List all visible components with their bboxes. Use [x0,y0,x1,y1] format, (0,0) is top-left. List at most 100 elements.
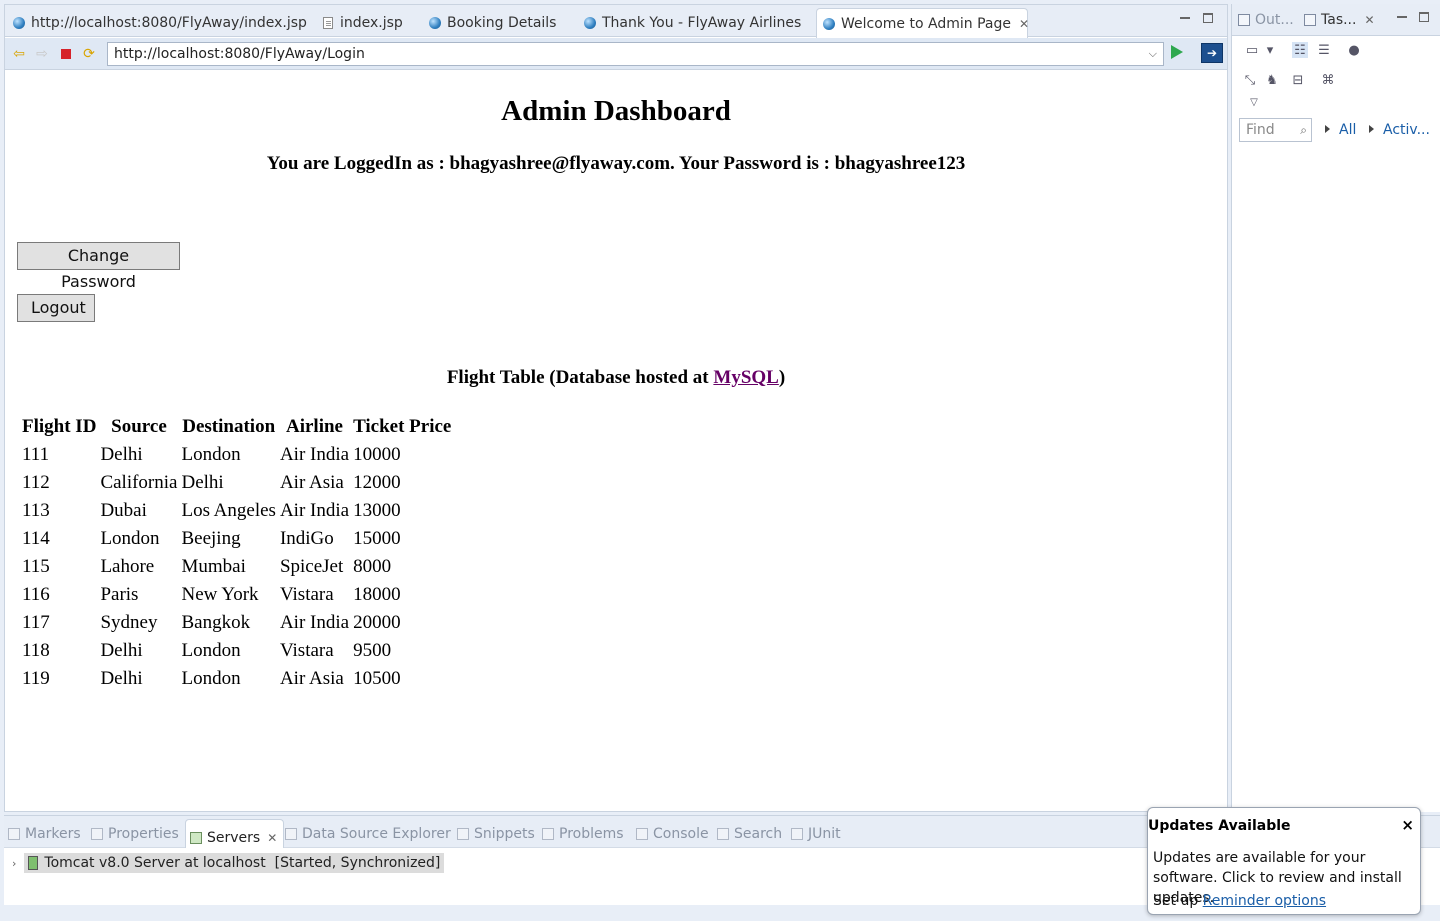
close-icon[interactable]: × [1401,816,1414,834]
tree-item-tomcat-server[interactable]: › Tomcat v8.0 Server at localhost [Start… [12,852,445,874]
tab-junit[interactable]: JUnit [791,826,841,842]
link-icon[interactable]: ⌘ [1320,72,1336,88]
tab-task-list[interactable]: Tas... ✕ [1304,12,1375,28]
tab-thank-you[interactable]: Thank You - FlyAway Airlines [578,9,801,37]
search-icon: ⌕ [1300,123,1307,137]
table-row: 117 Sydney Bangkok Air India 20000 [21,610,452,636]
back-icon[interactable]: ⇦ [11,46,27,62]
cell-flight-id: 119 [22,668,50,689]
outline-icon [1238,14,1250,26]
cell-ticket-price: 15000 [353,528,401,549]
tab-label: JUnit [808,826,841,842]
caret-right-icon [1369,125,1374,133]
maximize-icon[interactable] [1203,13,1213,23]
minimize-icon[interactable] [1397,12,1407,18]
tab-problems[interactable]: Problems [542,826,624,842]
tab-label: Problems [559,826,624,842]
tab-label: Search [734,826,783,842]
cell-airline: Air Asia [279,472,344,493]
filter-active-link[interactable]: Activ... [1383,122,1430,138]
cell-destination: London [181,640,241,661]
change-password-button[interactable]: Change Password [17,242,180,291]
updates-notification[interactable]: Updates Available × Updates are availabl… [1147,807,1421,915]
cell-ticket-price: 20000 [353,612,401,633]
globe-icon [13,17,25,29]
find-input[interactable]: Find ⌕ [1239,118,1312,142]
schedule-icon[interactable]: ☰ [1316,42,1332,58]
cell-airline: Vistara [279,640,334,661]
tab-index-jsp[interactable]: index.jsp [317,9,403,37]
cell-source: London [100,528,160,549]
tab-outline[interactable]: Out... [1238,12,1294,28]
header-airline: Airline [286,416,343,437]
tab-index-jsp-url[interactable]: http://localhost:8080/FlyAway/index.jsp [7,9,307,37]
view-menu-icon[interactable]: ▽ [1246,94,1262,110]
tab-markers[interactable]: Markers [8,826,81,842]
cell-destination: Delhi [181,472,224,493]
table-row: 115 Lahore Mumbai SpiceJet 8000 [21,554,452,580]
server-label[interactable]: Tomcat v8.0 Server at localhost [Started… [24,853,445,873]
cell-airline: IndiGo [279,528,334,549]
cell-flight-id: 116 [22,584,50,605]
cell-ticket-price: 10500 [353,668,401,689]
globe-icon [584,17,596,29]
focus-icon[interactable]: ♞ [1264,72,1280,88]
tab-booking-details[interactable]: Booking Details [423,9,556,37]
cell-source: Paris [100,584,139,605]
task-list-toolbar: ▭ ▾ ☷ ☰ ● ⤡ ♞ ⊟ ⌘ ▽ [1232,38,1440,128]
tab-servers[interactable]: Servers ✕ [185,819,285,848]
cell-flight-id: 112 [22,472,50,493]
cell-destination: London [181,668,241,689]
internal-browser-editor: http://localhost:8080/FlyAway/index.jsp … [4,4,1228,812]
flight-table-body: 111 Delhi London Air India 10000 112 Californi… [21,442,452,692]
problems-icon [542,828,554,840]
tab-welcome-admin[interactable]: Welcome to Admin Page ✕ [816,8,1029,38]
caret-right-icon [1325,125,1330,133]
close-icon[interactable]: ✕ [1364,13,1374,27]
categorize-icon[interactable]: ☷ [1292,42,1308,58]
logout-button[interactable]: Logout [17,294,95,322]
hide-completed-icon[interactable]: ⤡ [1242,72,1258,88]
caption-suffix: ) [778,367,786,388]
external-browser-icon[interactable]: ➔ [1201,43,1223,63]
chevron-down-icon[interactable]: ⌵ [1149,43,1157,65]
cell-ticket-price: 10000 [353,444,401,465]
cell-source: Delhi [100,444,143,465]
tab-label: Tas... [1321,12,1357,28]
stop-icon[interactable] [58,46,74,62]
cell-destination: London [181,444,241,465]
servers-icon [190,831,202,844]
cell-airline: SpiceJet [279,556,344,577]
filter-all-link[interactable]: All [1339,122,1356,138]
maximize-icon[interactable] [1419,12,1429,22]
go-icon[interactable] [1171,45,1183,59]
new-task-icon[interactable]: ▭ [1244,42,1260,58]
table-row: 118 Delhi London Vistara 9500 [21,638,452,664]
reminder-options-link[interactable]: Reminder options [1203,893,1326,909]
tab-label: index.jsp [340,15,403,31]
minimize-icon[interactable] [1180,13,1190,19]
cell-airline: Vistara [279,584,334,605]
chevron-right-icon[interactable]: › [12,857,16,870]
refresh-icon[interactable]: ⟳ [81,46,97,62]
forward-icon[interactable]: ⇨ [34,46,50,62]
tab-data-source-explorer[interactable]: Data Source Explorer [285,826,451,842]
tab-properties[interactable]: Properties [91,826,179,842]
close-icon[interactable]: ✕ [1019,17,1029,31]
globe-icon [429,17,441,29]
tab-snippets[interactable]: Snippets [457,826,535,842]
globe-icon [823,17,835,30]
collapse-all-icon[interactable]: ⊟ [1290,72,1306,88]
url-field[interactable]: http://localhost:8080/FlyAway/Login ⌵ [107,42,1164,66]
header-source: Source [111,416,167,437]
cell-airline: Air India [279,444,350,465]
sync-icon[interactable]: ● [1346,42,1362,58]
chevron-down-icon[interactable]: ▾ [1262,42,1278,58]
cell-airline: Air India [279,500,350,521]
cell-source: California [100,472,178,493]
mysql-link[interactable]: MySQL [713,367,778,388]
tab-label: Markers [25,826,81,842]
tab-console[interactable]: Console [636,826,709,842]
tab-search[interactable]: Search [717,826,782,842]
close-icon[interactable]: ✕ [267,831,277,845]
